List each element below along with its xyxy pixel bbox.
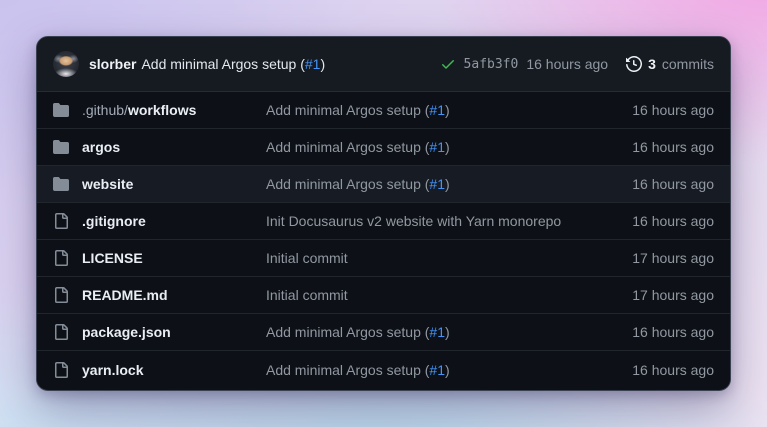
table-row: .github/workflows Add minimal Argos setu… <box>37 92 730 129</box>
file-link[interactable]: argos <box>82 139 120 155</box>
commits-count: 3 <box>648 56 656 72</box>
file-name-cell: .gitignore <box>53 213 266 229</box>
row-commit-message[interactable]: Add minimal Argos setup (#1) <box>266 362 594 378</box>
file-name-cell: LICENSE <box>53 250 266 266</box>
pr-link[interactable]: #1 <box>429 324 445 340</box>
file-name-cell: argos <box>53 139 266 155</box>
folder-icon <box>53 176 69 192</box>
row-commit-message[interactable]: Initial commit <box>266 287 594 303</box>
pr-link[interactable]: #1 <box>305 56 321 72</box>
commit-history-link[interactable]: 3 commits <box>626 56 714 72</box>
row-commit-time: 16 hours ago <box>594 176 714 192</box>
table-row: README.md Initial commit 17 hours ago <box>37 277 730 314</box>
commits-label: commits <box>662 56 714 72</box>
row-commit-time: 17 hours ago <box>594 250 714 266</box>
check-status-icon[interactable] <box>440 56 456 72</box>
row-commit-message[interactable]: Add minimal Argos setup (#1) <box>266 176 594 192</box>
pr-link[interactable]: #1 <box>429 362 445 378</box>
folder-icon <box>53 139 69 155</box>
row-commit-time: 16 hours ago <box>594 139 714 155</box>
file-path-prefix: .github/ <box>82 102 128 118</box>
file-name-cell: README.md <box>53 287 266 303</box>
file-name: argos <box>82 139 120 155</box>
table-row: package.json Add minimal Argos setup (#1… <box>37 314 730 351</box>
file-name-cell: .github/workflows <box>53 102 266 118</box>
file-link[interactable]: package.json <box>82 324 171 340</box>
row-commit-time: 16 hours ago <box>594 102 714 118</box>
row-commit-time: 17 hours ago <box>594 287 714 303</box>
latest-commit-meta: 5afb3f0 16 hours ago 3 commits <box>440 56 714 72</box>
row-commit-message[interactable]: Add minimal Argos setup (#1) <box>266 324 594 340</box>
file-name: website <box>82 176 133 192</box>
repo-file-browser-card: slorber Add minimal Argos setup (#1) 5af… <box>36 36 731 391</box>
file-name: yarn.lock <box>82 362 143 378</box>
pr-paren-close: ) <box>320 56 325 72</box>
avatar[interactable] <box>53 51 79 77</box>
file-link[interactable]: yarn.lock <box>82 362 143 378</box>
file-name-cell: package.json <box>53 324 266 340</box>
latest-commit-text: slorber Add minimal Argos setup (#1) <box>89 56 325 72</box>
file-link[interactable]: website <box>82 176 133 192</box>
file-link[interactable]: LICENSE <box>82 250 143 266</box>
row-commit-message[interactable]: Add minimal Argos setup (#1) <box>266 139 594 155</box>
table-row: .gitignore Init Docusaurus v2 website wi… <box>37 203 730 240</box>
row-commit-message[interactable]: Init Docusaurus v2 website with Yarn mon… <box>266 213 594 229</box>
file-name: README.md <box>82 287 168 303</box>
file-name-cell: yarn.lock <box>53 362 266 378</box>
row-commit-time: 16 hours ago <box>594 324 714 340</box>
table-row: argos Add minimal Argos setup (#1) 16 ho… <box>37 129 730 166</box>
row-commit-time: 16 hours ago <box>594 213 714 229</box>
file-link[interactable]: .github/workflows <box>82 102 196 118</box>
commit-author-link[interactable]: slorber <box>89 56 136 72</box>
table-row: website Add minimal Argos setup (#1) 16 … <box>37 166 730 203</box>
file-name: workflows <box>128 102 196 118</box>
file-icon <box>53 213 69 229</box>
row-commit-message[interactable]: Initial commit <box>266 250 594 266</box>
file-name: package.json <box>82 324 171 340</box>
latest-commit-header: slorber Add minimal Argos setup (#1) 5af… <box>37 37 730 92</box>
file-icon <box>53 287 69 303</box>
file-table: .github/workflows Add minimal Argos setu… <box>37 92 730 388</box>
file-icon <box>53 362 69 378</box>
file-link[interactable]: .gitignore <box>82 213 146 229</box>
file-name-cell: website <box>53 176 266 192</box>
table-row: yarn.lock Add minimal Argos setup (#1) 1… <box>37 351 730 388</box>
file-name: .gitignore <box>82 213 146 229</box>
commit-hash-link[interactable]: 5afb3f0 <box>464 57 519 72</box>
pr-link[interactable]: #1 <box>429 176 445 192</box>
file-link[interactable]: README.md <box>82 287 168 303</box>
folder-icon <box>53 102 69 118</box>
commit-time: 16 hours ago <box>526 56 608 72</box>
file-icon <box>53 324 69 340</box>
pr-link[interactable]: #1 <box>429 139 445 155</box>
row-commit-time: 16 hours ago <box>594 362 714 378</box>
file-name: LICENSE <box>82 250 143 266</box>
file-icon <box>53 250 69 266</box>
history-clock-icon <box>626 56 642 72</box>
table-row: LICENSE Initial commit 17 hours ago <box>37 240 730 277</box>
commit-message-link[interactable]: Add minimal Argos setup (#1) <box>141 56 325 72</box>
pr-link[interactable]: #1 <box>429 102 445 118</box>
row-commit-message[interactable]: Add minimal Argos setup (#1) <box>266 102 594 118</box>
